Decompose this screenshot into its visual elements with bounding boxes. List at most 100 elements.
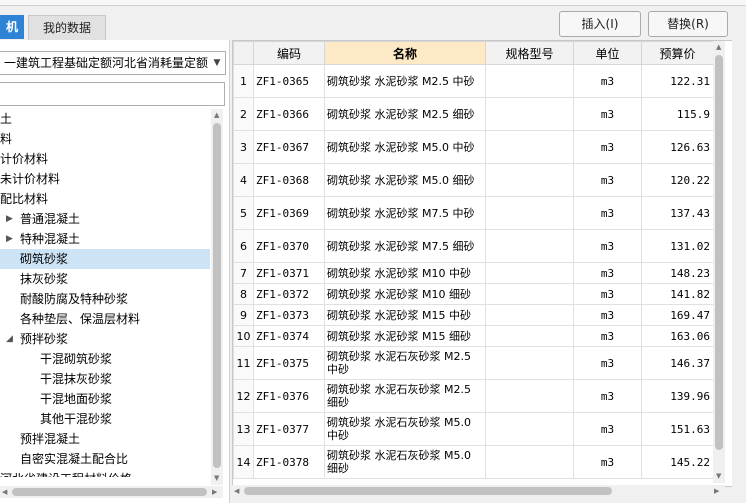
code-cell[interactable]: ZF1-0367	[253, 130, 325, 164]
expand-arrow-icon[interactable]: ▶	[6, 229, 13, 249]
column-header-spec[interactable]: 规格型号	[485, 41, 574, 65]
scroll-right-icon[interactable]: ▶	[714, 487, 719, 495]
table-row[interactable]: 3 ZF1-0367 砌筑砂浆 水泥砂浆 M5.0 中砂 m3 126.63	[233, 130, 714, 164]
price-cell[interactable]: 122.31	[641, 64, 714, 98]
scroll-thumb[interactable]	[213, 123, 221, 468]
name-cell[interactable]: 砌筑砂浆 水泥砂浆 M10 细砂	[324, 283, 486, 305]
spec-cell[interactable]	[485, 130, 574, 164]
table-row[interactable]: 12 ZF1-0376 砌筑砂浆 水泥石灰砂浆 M2.5 细砂 m3 139.96	[233, 379, 714, 413]
search-input[interactable]	[0, 82, 225, 106]
replace-button[interactable]: 替换(R)	[648, 11, 728, 37]
tree-horizontal-scrollbar[interactable]: ◀ ▶	[0, 486, 223, 498]
scroll-left-icon[interactable]: ◀	[2, 488, 7, 496]
unit-cell[interactable]: m3	[573, 283, 642, 305]
price-cell[interactable]: 115.9	[641, 97, 714, 131]
tree-item[interactable]: ▶ 普通混凝土	[0, 209, 210, 229]
scroll-thumb[interactable]	[715, 55, 723, 450]
row-index-cell[interactable]: 1	[233, 64, 254, 98]
column-header-price[interactable]: 预算价	[641, 41, 714, 65]
tree-item[interactable]: 抹灰砂浆	[0, 269, 210, 289]
table-row[interactable]: 4 ZF1-0368 砌筑砂浆 水泥砂浆 M5.0 细砂 m3 120.22	[233, 163, 714, 197]
unit-cell[interactable]: m3	[573, 379, 642, 413]
name-cell[interactable]: 砌筑砂浆 水泥砂浆 M2.5 中砂	[324, 64, 486, 98]
name-cell[interactable]: 砌筑砂浆 水泥砂浆 M15 中砂	[324, 304, 486, 326]
price-cell[interactable]: 131.02	[641, 229, 714, 263]
table-row[interactable]: 5 ZF1-0369 砌筑砂浆 水泥砂浆 M7.5 中砂 m3 137.43	[233, 196, 714, 230]
spec-cell[interactable]	[485, 379, 574, 413]
tree-item[interactable]: 其他干混砂浆	[0, 409, 210, 429]
tree-item[interactable]: ◢ 预拌砂浆	[0, 329, 210, 349]
price-cell[interactable]: 126.63	[641, 130, 714, 164]
unit-cell[interactable]: m3	[573, 64, 642, 98]
spec-cell[interactable]	[485, 325, 574, 347]
unit-cell[interactable]: m3	[573, 163, 642, 197]
tree-item[interactable]: 土	[0, 109, 210, 129]
row-index-cell[interactable]: 11	[233, 346, 254, 380]
spec-cell[interactable]	[485, 262, 574, 284]
insert-button[interactable]: 插入(I)	[559, 11, 641, 37]
table-row[interactable]: 8 ZF1-0372 砌筑砂浆 水泥砂浆 M10 细砂 m3 141.82	[233, 283, 714, 305]
code-cell[interactable]: ZF1-0365	[253, 64, 325, 98]
row-index-cell[interactable]: 12	[233, 379, 254, 413]
column-header-name[interactable]: 名称	[324, 41, 486, 65]
name-cell[interactable]: 砌筑砂浆 水泥砂浆 M2.5 细砂	[324, 97, 486, 131]
tab-my-data[interactable]: 我的数据	[28, 15, 106, 40]
price-cell[interactable]: 163.06	[641, 325, 714, 347]
tree-item[interactable]: 配比材料	[0, 189, 210, 209]
price-cell[interactable]: 146.37	[641, 346, 714, 380]
code-cell[interactable]: ZF1-0375	[253, 346, 325, 380]
tree-item[interactable]: 干混抹灰砂浆	[0, 369, 210, 389]
unit-cell[interactable]: m3	[573, 325, 642, 347]
code-cell[interactable]: ZF1-0368	[253, 163, 325, 197]
tree-item[interactable]: 砌筑砂浆	[0, 249, 210, 269]
quota-library-select[interactable]: 一建筑工程基础定额河北省消耗量定额 ▼	[0, 51, 226, 75]
table-row[interactable]: 2 ZF1-0366 砌筑砂浆 水泥砂浆 M2.5 细砂 m3 115.9	[233, 97, 714, 131]
grid-vertical-scrollbar[interactable]: ▲ ▼	[713, 41, 725, 483]
unit-cell[interactable]: m3	[573, 346, 642, 380]
table-row[interactable]: 6 ZF1-0370 砌筑砂浆 水泥砂浆 M7.5 细砂 m3 131.02	[233, 229, 714, 263]
scroll-thumb[interactable]	[244, 487, 612, 495]
code-cell[interactable]: ZF1-0372	[253, 283, 325, 305]
price-cell[interactable]: 151.63	[641, 412, 714, 446]
name-cell[interactable]: 砌筑砂浆 水泥石灰砂浆 M5.0 细砂	[324, 445, 486, 479]
unit-cell[interactable]: m3	[573, 304, 642, 326]
row-index-cell[interactable]: 9	[233, 304, 254, 326]
price-cell[interactable]: 169.47	[641, 304, 714, 326]
price-cell[interactable]: 145.22	[641, 445, 714, 479]
table-row[interactable]: 13 ZF1-0377 砌筑砂浆 水泥石灰砂浆 M5.0 中砂 m3 151.63	[233, 412, 714, 446]
table-row[interactable]: 1 ZF1-0365 砌筑砂浆 水泥砂浆 M2.5 中砂 m3 122.31	[233, 64, 714, 98]
scroll-right-icon[interactable]: ▶	[212, 488, 217, 496]
price-cell[interactable]: 141.82	[641, 283, 714, 305]
unit-cell[interactable]: m3	[573, 97, 642, 131]
column-header-unit[interactable]: 单位	[573, 41, 642, 65]
row-index-cell[interactable]: 2	[233, 97, 254, 131]
name-cell[interactable]: 砌筑砂浆 水泥石灰砂浆 M2.5 细砂	[324, 379, 486, 413]
tree-item[interactable]: 河北省建设工程材料价格	[0, 469, 210, 477]
tree-item[interactable]: 耐酸防腐及特种砂浆	[0, 289, 210, 309]
name-cell[interactable]: 砌筑砂浆 水泥石灰砂浆 M5.0 中砂	[324, 412, 486, 446]
spec-cell[interactable]	[485, 163, 574, 197]
price-cell[interactable]: 139.96	[641, 379, 714, 413]
scroll-thumb[interactable]	[12, 488, 207, 496]
scroll-down-icon[interactable]: ▼	[716, 472, 721, 480]
code-cell[interactable]: ZF1-0369	[253, 196, 325, 230]
tree-item[interactable]: ▶ 特种混凝土	[0, 229, 210, 249]
scroll-down-icon[interactable]: ▼	[214, 474, 219, 482]
row-index-cell[interactable]: 5	[233, 196, 254, 230]
code-cell[interactable]: ZF1-0377	[253, 412, 325, 446]
collapse-arrow-icon[interactable]: ◢	[6, 329, 13, 349]
tree-item[interactable]: 预拌混凝土	[0, 429, 210, 449]
spec-cell[interactable]	[485, 64, 574, 98]
row-index-cell[interactable]: 14	[233, 445, 254, 479]
name-cell[interactable]: 砌筑砂浆 水泥砂浆 M5.0 中砂	[324, 130, 486, 164]
tree-item[interactable]: 料	[0, 129, 210, 149]
code-cell[interactable]: ZF1-0373	[253, 304, 325, 326]
name-cell[interactable]: 砌筑砂浆 水泥石灰砂浆 M2.5 中砂	[324, 346, 486, 380]
table-row[interactable]: 9 ZF1-0373 砌筑砂浆 水泥砂浆 M15 中砂 m3 169.47	[233, 304, 714, 326]
grid-horizontal-scrollbar[interactable]: ◀ ▶	[232, 485, 725, 497]
column-header-index[interactable]	[233, 41, 254, 65]
spec-cell[interactable]	[485, 196, 574, 230]
unit-cell[interactable]: m3	[573, 445, 642, 479]
spec-cell[interactable]	[485, 97, 574, 131]
price-cell[interactable]: 120.22	[641, 163, 714, 197]
